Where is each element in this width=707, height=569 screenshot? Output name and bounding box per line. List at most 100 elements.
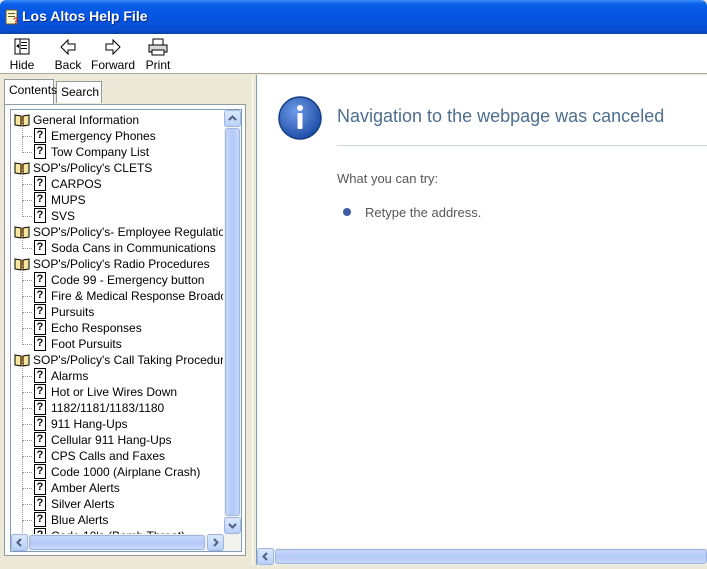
tree-connector (22, 280, 32, 281)
tree-item-label: 1182/1181/1183/1180 (51, 401, 165, 415)
print-label: Print (145, 58, 171, 72)
tree-connector (22, 393, 23, 409)
tree-book-item[interactable]: SOP's/Policy's CLETS (11, 160, 223, 176)
chevron-up-icon (228, 115, 237, 121)
tab-contents[interactable]: Contents (4, 79, 58, 104)
forward-arrow-icon (105, 38, 121, 56)
scroll-left-button[interactable] (11, 534, 28, 551)
bullet-icon (343, 208, 351, 216)
try-heading: What you can try: (337, 171, 439, 186)
title-bar[interactable]: ? Los Altos Help File (0, 0, 707, 34)
tree-connector (22, 281, 23, 297)
tree-item-label: Pursuits (51, 305, 95, 319)
tree-topic-item[interactable]: ? Silver Alerts (11, 489, 223, 512)
chevron-down-icon (228, 523, 237, 529)
tree-item-label: Code 99 - Emergency button (51, 273, 205, 287)
tree-topic-item[interactable]: ? 911 Hang-Ups (11, 409, 223, 432)
navigation-pane: Contents Search General Information? Emer… (0, 75, 252, 565)
tree-item-label: 911 Hang-Ups (51, 417, 128, 431)
tree-connector (22, 248, 32, 249)
tree-topic-item[interactable]: ? Alarms (11, 361, 223, 384)
tree-connector (22, 456, 32, 457)
tree-vertical-scrollbar[interactable] (224, 110, 241, 534)
toolbar: Hide Back Forward Print (0, 34, 707, 74)
tree-topic-item[interactable]: ? CPS Calls and Faxes (11, 441, 223, 464)
help-topic-icon: ? (34, 400, 46, 415)
tree-book-item[interactable]: SOP's/Policy's Call Taking Procedures (11, 352, 223, 368)
tree-topic-item[interactable]: ? Pursuits (11, 297, 223, 320)
content-scroll-thumb[interactable] (275, 549, 707, 564)
tree-connector (22, 265, 23, 281)
tree-connector (22, 233, 23, 249)
tree-topic-item[interactable]: ? Code 1000 (Airplane Crash) (11, 457, 223, 480)
tree-connector (22, 376, 32, 377)
tree-connector (22, 184, 32, 185)
tree-topic-item[interactable]: ? Cellular 911 Hang-Ups (11, 425, 223, 448)
tab-search[interactable]: Search (56, 81, 102, 103)
tree-item-label: CPS Calls and Faxes (51, 449, 166, 463)
tree-topic-item[interactable]: ? Tow Company List (11, 137, 223, 160)
window-title: Los Altos Help File (22, 8, 148, 24)
help-topic-icon: ? (34, 240, 46, 255)
content-horizontal-scrollbar[interactable] (257, 548, 707, 565)
tree-topic-item[interactable]: ? SVS (11, 201, 223, 224)
tree-connector (22, 392, 32, 393)
tree-topic-item[interactable]: ? MUPS (11, 185, 223, 208)
tree-topic-item[interactable]: ? Code 99 - Emergency button (11, 265, 223, 288)
tree-item-label: Blue Alerts (51, 513, 109, 527)
help-file-icon: ? (5, 9, 19, 25)
tree-book-item[interactable]: SOP's/Policy's Radio Procedures (11, 256, 223, 272)
tree-book-item[interactable]: SOP's/Policy's- Employee Regulations (11, 224, 223, 240)
tree-topic-item[interactable]: ? Fire & Medical Response Broadcast (11, 281, 223, 304)
tree-book-item[interactable]: General Information (11, 112, 223, 128)
contents-panel: General Information? Emergency Phones? Tow… (4, 104, 246, 556)
tree-topic-item[interactable]: ? CARPOS (11, 169, 223, 192)
tree-connector (22, 472, 32, 473)
help-topic-icon: ? (34, 288, 46, 303)
tree-connector (22, 457, 23, 473)
tree-topic-item[interactable]: ? Foot Pursuits (11, 329, 223, 352)
tree-topic-item[interactable]: ? Hot or Live Wires Down (11, 377, 223, 400)
hide-button[interactable]: Hide (4, 37, 40, 73)
tree-item-label: SOP's/Policy's Call Taking Procedures (33, 353, 223, 367)
tab-search-label: Search (61, 85, 100, 99)
help-topic-icon: ? (34, 272, 46, 287)
tree-topic-item[interactable]: ? Echo Responses (11, 313, 223, 336)
horizontal-scroll-thumb[interactable] (29, 535, 205, 550)
tree-connector (22, 201, 23, 217)
tab-contents-label: Contents (9, 83, 58, 97)
tree-connector (22, 377, 23, 393)
tree-connector (22, 361, 23, 377)
help-topic-icon: ? (34, 336, 46, 351)
tree-topic-item[interactable]: ? Emergency Phones (11, 121, 223, 144)
tree-item-label: SOP's/Policy's Radio Procedures (33, 257, 210, 271)
tree-connector (22, 152, 32, 153)
tree-horizontal-scrollbar[interactable] (11, 534, 241, 551)
scroll-right-button[interactable] (207, 534, 224, 551)
scroll-up-button[interactable] (224, 110, 241, 127)
forward-button[interactable]: Forward (90, 37, 136, 73)
tree-topic-item[interactable]: ? 1182/1181/1183/1180 (11, 393, 223, 416)
tree-connector (22, 200, 32, 201)
tree-topic-item[interactable]: ? Soda Cans in Communications (11, 233, 223, 256)
back-button[interactable]: Back (50, 37, 86, 73)
tree-topic-item[interactable]: ? Amber Alerts (11, 473, 223, 496)
tree-list: General Information? Emergency Phones? Tow… (11, 110, 223, 534)
scroll-down-button[interactable] (224, 517, 241, 534)
tree-connector (22, 329, 23, 345)
scroll-thumb[interactable] (225, 128, 240, 516)
help-topic-icon: ? (34, 208, 46, 223)
help-topic-icon: ? (34, 384, 46, 399)
tree-connector (22, 424, 32, 425)
chevron-right-icon (213, 538, 219, 547)
printer-icon (148, 38, 168, 56)
tree-connector (22, 344, 32, 345)
print-button[interactable]: Print (140, 37, 176, 73)
info-icon (278, 96, 322, 140)
tree-connector (22, 409, 23, 425)
back-arrow-icon (60, 38, 76, 56)
tree-connector (22, 520, 32, 521)
content-scroll-left-button[interactable] (257, 548, 274, 565)
tree-topic-item[interactable]: ? Blue Alerts (11, 505, 223, 528)
tree-item-label: Code 1000 (Airplane Crash) (51, 465, 201, 479)
